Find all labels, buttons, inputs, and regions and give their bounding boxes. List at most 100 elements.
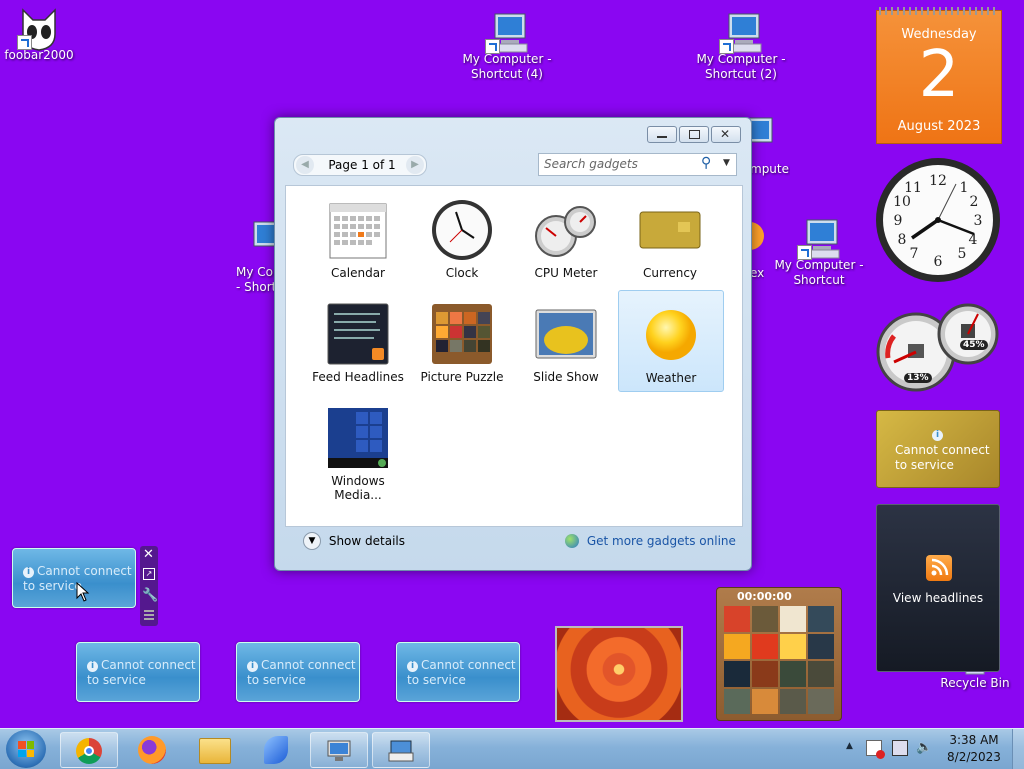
gallery-item-clock[interactable]: Clock xyxy=(410,192,514,292)
info-icon: i xyxy=(23,567,34,578)
network-icon[interactable] xyxy=(892,740,908,756)
gadget-list: Calendar Clock CPU Meter Currency Feed H… xyxy=(285,185,743,527)
view-headlines-link[interactable]: View headlines xyxy=(877,591,999,605)
desktop-icon-partial-left[interactable]: My Co - Short xyxy=(234,220,276,300)
clock-icon xyxy=(430,198,494,262)
info-icon: i xyxy=(932,427,946,441)
gadget-gallery-window[interactable]: ✕ ◀ Page 1 of 1 ▶ Search gadgets ⚲ ▼ Cal… xyxy=(274,117,752,571)
gallery-item-currency[interactable]: Currency xyxy=(618,192,722,292)
larger-size-icon[interactable]: ↗ xyxy=(143,568,155,580)
gallery-item-weather[interactable]: Weather xyxy=(618,290,724,392)
next-page-button[interactable]: ▶ xyxy=(406,156,424,174)
taskbar-firefox[interactable] xyxy=(124,732,180,766)
get-more-gadgets-link[interactable]: Get more gadgets online xyxy=(565,533,736,548)
monitor-icon xyxy=(326,738,352,764)
shortcut-arrow-icon xyxy=(797,245,812,260)
feed-headlines-gadget[interactable]: View headlines xyxy=(876,504,1000,672)
weather-gadget[interactable]: i Cannot connect to service xyxy=(76,642,200,702)
taskbar-on-screen-keyboard[interactable] xyxy=(372,732,430,768)
show-details-button[interactable]: ▼ Show details xyxy=(303,532,405,550)
computer-icon xyxy=(485,12,528,54)
desktop-icon-partial-behind[interactable]: mputer xyxy=(750,116,790,182)
gadget-label: Calendar xyxy=(331,266,385,280)
gallery-item-cpu-meter[interactable]: CPU Meter xyxy=(514,192,618,292)
windows-logo-icon xyxy=(18,741,34,757)
gallery-item-windows-media-center[interactable]: Windows Media... xyxy=(306,400,410,502)
taskbar-chrome[interactable] xyxy=(60,732,118,768)
weather-status-line2: to service xyxy=(23,579,82,593)
clock-date[interactable]: 8/2/2023 xyxy=(944,750,1004,764)
chrome-icon xyxy=(76,738,102,764)
svg-text:8: 8 xyxy=(898,232,907,248)
puzzle-timer: 00:00:00 xyxy=(737,590,792,603)
show-desktop-button[interactable] xyxy=(1012,729,1024,769)
gallery-item-picture-puzzle[interactable]: Picture Puzzle xyxy=(410,296,514,396)
svg-text:9: 9 xyxy=(894,213,903,229)
start-button[interactable] xyxy=(6,730,46,768)
close-icon: ✕ xyxy=(720,127,731,141)
desktop-icon-label: My Co - Short xyxy=(236,265,276,294)
search-box[interactable]: Search gadgets ⚲ ▼ xyxy=(538,153,737,176)
gadget-label: Clock xyxy=(445,266,479,280)
clock-time[interactable]: 3:38 AM xyxy=(944,733,1004,747)
picture-puzzle-gadget[interactable]: 00:00:00 xyxy=(716,587,842,721)
slide-show-gadget[interactable] xyxy=(555,626,683,722)
desktop-icon-label: mputer xyxy=(750,162,790,176)
cpu-meter-gadget[interactable]: 13% 45% xyxy=(874,300,1002,392)
taskbar-app[interactable] xyxy=(248,732,304,766)
puzzle-grid[interactable] xyxy=(724,606,834,714)
keyboard-icon xyxy=(388,738,414,764)
chevron-down-icon[interactable]: ▼ xyxy=(723,158,730,168)
desktop-icon-my-computer-shortcut-4[interactable]: My Computer - Shortcut (4) xyxy=(459,12,555,82)
gadget-label: Weather xyxy=(645,371,697,385)
weather-gadget[interactable]: i Cannot connect to service xyxy=(236,642,360,702)
taskbar-explorer[interactable] xyxy=(186,732,242,766)
calendar-gadget[interactable]: Wednesday 2 August 2023 xyxy=(876,7,1002,144)
gallery-item-calendar[interactable]: Calendar xyxy=(306,192,410,292)
mouse-cursor-icon xyxy=(76,581,90,605)
taskbar-remote-desktop[interactable] xyxy=(310,732,368,768)
desktop-icon-my-computer-shortcut[interactable]: My Computer - Shortcut xyxy=(771,218,867,288)
svg-text:11: 11 xyxy=(904,180,922,196)
calendar-icon xyxy=(326,198,390,262)
desktop-icon-label: My Computer - Shortcut (4) xyxy=(462,52,552,81)
gadget-toolbar: ✕ ↗ 🔧 xyxy=(140,546,158,626)
folder-icon xyxy=(199,738,231,764)
picture-puzzle-icon xyxy=(430,302,494,366)
currency-gadget[interactable]: i Cannot connect to service xyxy=(876,410,1000,488)
drag-handle-icon[interactable] xyxy=(144,608,154,620)
gallery-item-feed-headlines[interactable]: Feed Headlines xyxy=(306,296,410,396)
clock-gadget[interactable]: 12 1 2 345 678 9 10 11 xyxy=(874,156,1002,284)
svg-text:1: 1 xyxy=(960,180,969,196)
sun-icon xyxy=(639,303,703,367)
search-icon[interactable]: ⚲ xyxy=(701,155,711,171)
chevron-down-circle-icon: ▼ xyxy=(303,532,321,550)
options-wrench-icon[interactable]: 🔧 xyxy=(142,588,158,603)
shortcut-arrow-icon xyxy=(17,35,32,50)
weather-gadget[interactable]: i Cannot connect to service xyxy=(12,548,136,608)
desktop-icon-my-computer-shortcut-2[interactable]: My Computer - Shortcut (2) xyxy=(693,12,789,82)
gallery-item-slide-show[interactable]: Slide Show xyxy=(514,296,618,396)
previous-page-button[interactable]: ◀ xyxy=(296,156,314,174)
show-hidden-icons-button[interactable]: ▲ xyxy=(846,741,853,751)
action-center-icon[interactable] xyxy=(866,740,885,759)
shortcut-arrow-icon xyxy=(719,39,734,54)
volume-icon[interactable]: 🔈 xyxy=(916,740,932,755)
restore-button[interactable] xyxy=(679,126,709,143)
firefox-icon xyxy=(750,222,764,250)
weather-status-line2: to service xyxy=(87,673,146,687)
search-input[interactable]: Search gadgets xyxy=(544,157,638,171)
close-icon[interactable]: ✕ xyxy=(143,547,154,562)
desktop-icon-foobar2000[interactable]: foobar2000 xyxy=(0,8,87,63)
pager: ◀ Page 1 of 1 ▶ xyxy=(293,154,427,176)
close-button[interactable]: ✕ xyxy=(711,126,741,143)
desktop-icon-partial-firefox[interactable]: ex xyxy=(750,222,764,284)
cpu-meter-icon xyxy=(534,198,598,262)
weather-gadget[interactable]: i Cannot connect to service xyxy=(396,642,520,702)
computer-icon xyxy=(253,221,276,247)
minimize-button[interactable] xyxy=(647,126,677,143)
weather-status-line1: Cannot connect xyxy=(261,658,356,672)
calendar-month-year: August 2023 xyxy=(897,119,981,134)
cpu-usage-label: 13% xyxy=(904,373,932,383)
currency-status-line2: to service xyxy=(895,458,954,472)
